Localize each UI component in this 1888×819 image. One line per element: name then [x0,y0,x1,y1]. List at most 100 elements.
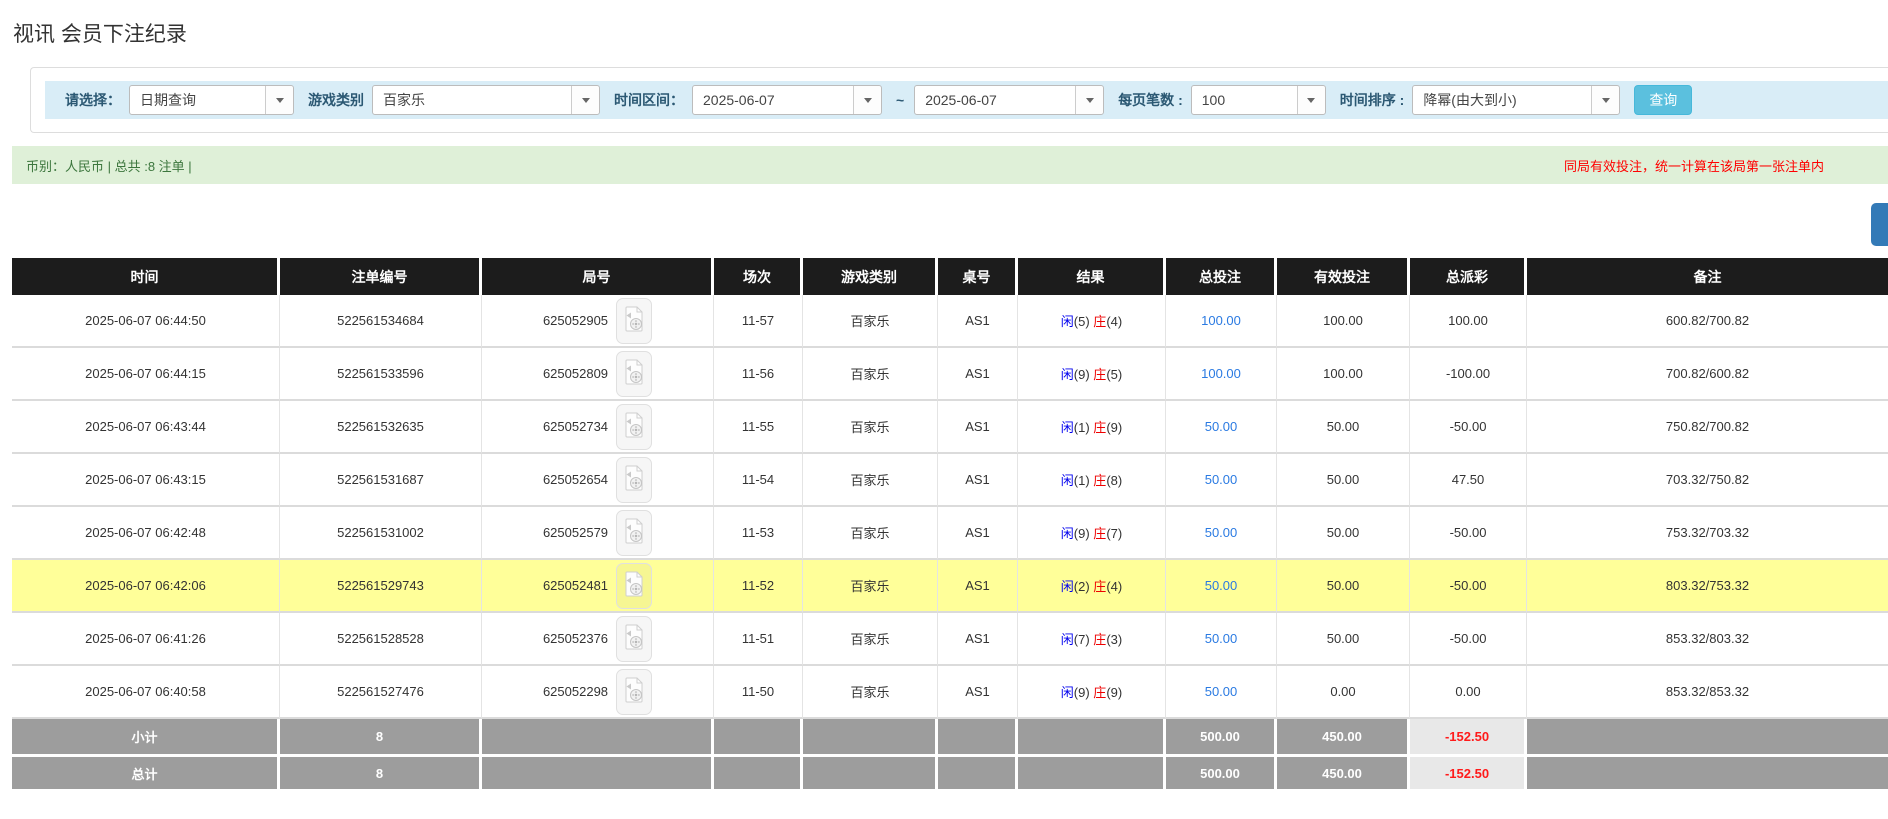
round-number: 625052654 [543,472,608,487]
total-bet-link[interactable]: 50.00 [1205,472,1238,487]
player-result-label: 闲 [1061,367,1074,382]
chevron-down-icon[interactable] [1297,86,1325,114]
chevron-down-icon[interactable] [1075,86,1103,114]
player-result-score: (5) [1074,314,1094,329]
summary-label-cell: 小计 [12,719,280,754]
table-row[interactable]: 2025-06-07 06:44:15522561533596625052809… [12,348,1888,401]
round-number: 625052376 [543,631,608,646]
result-cell: 闲(1) 庄(9) [1018,401,1166,454]
round-number-cell: 625052905 [482,295,714,348]
table-number-cell: AS1 [938,454,1018,507]
date-to-select[interactable]: 2025-06-07 [914,85,1104,115]
column-header: 场次 [714,258,803,295]
table-row[interactable]: 2025-06-07 06:43:15522561531687625052654… [12,454,1888,507]
date-from-value: 2025-06-07 [693,86,853,114]
total-bet-link[interactable]: 50.00 [1205,525,1238,540]
summary-count-cell: 8 [280,719,482,754]
video-replay-button[interactable] [616,510,652,556]
banker-result-score: (9) [1106,420,1122,435]
page-size-value: 100 [1192,86,1297,114]
video-replay-button[interactable] [616,669,652,715]
banker-result-score: (4) [1106,579,1122,594]
chevron-down-icon[interactable] [1591,86,1619,114]
payout-cell: -50.00 [1410,560,1527,613]
video-replay-button[interactable] [616,404,652,450]
player-result-score: (9) [1074,685,1094,700]
round-number: 625052298 [543,684,608,699]
time-sort-select[interactable]: 降幂(由大到小) [1412,85,1620,115]
edge-action-button[interactable] [1871,203,1888,246]
session-cell: 11-50 [714,666,803,719]
payout-cell: -50.00 [1410,401,1527,454]
total-bet-link[interactable]: 50.00 [1205,684,1238,699]
summary-empty-cell [1018,719,1166,754]
game-type-cell: 百家乐 [803,613,938,666]
table-row[interactable]: 2025-06-07 06:42:06522561529743625052481… [12,560,1888,613]
table-row[interactable]: 2025-06-07 06:40:58522561527476625052298… [12,666,1888,719]
table-row[interactable]: 2025-06-07 06:44:50522561534684625052905… [12,295,1888,348]
summary-payout-cell: -152.50 [1410,719,1527,754]
total-bet-link[interactable]: 100.00 [1201,366,1241,381]
game-category-select[interactable]: 百家乐 [372,85,600,115]
player-result-label: 闲 [1061,632,1074,647]
remark-cell: 753.32/703.32 [1527,507,1888,560]
video-replay-icon [624,677,644,706]
grand-total-row: 总计8500.00450.00-152.50 [12,754,1888,789]
player-result-label: 闲 [1061,526,1074,541]
banker-result-score: (3) [1106,632,1122,647]
banker-result-score: (9) [1106,685,1122,700]
bet-number-cell: 522561531687 [280,454,482,507]
total-bet-link[interactable]: 50.00 [1205,578,1238,593]
game-type-cell: 百家乐 [803,560,938,613]
payout-cell: 100.00 [1410,295,1527,348]
table-row[interactable]: 2025-06-07 06:42:48522561531002625052579… [12,507,1888,560]
video-replay-button[interactable] [616,616,652,662]
video-replay-icon [624,412,644,441]
payout-cell: -100.00 [1410,348,1527,401]
query-button[interactable]: 查询 [1634,85,1692,115]
total-bet-link[interactable]: 50.00 [1205,631,1238,646]
table-header-row: 时间注单编号局号场次游戏类别桌号结果总投注有效投注总派彩备注 [12,258,1888,295]
time-cell: 2025-06-07 06:41:26 [12,613,280,666]
video-replay-button[interactable] [616,457,652,503]
column-header: 游戏类别 [803,258,938,295]
table-number-cell: AS1 [938,348,1018,401]
bet-number-cell: 522561528528 [280,613,482,666]
page-size-select[interactable]: 100 [1191,85,1326,115]
bet-number-cell: 522561534684 [280,295,482,348]
video-replay-button[interactable] [616,563,652,609]
player-result-score: (2) [1074,579,1094,594]
table-row[interactable]: 2025-06-07 06:43:44522561532635625052734… [12,401,1888,454]
column-header: 结果 [1018,258,1166,295]
records-table-body: 2025-06-07 06:44:50522561534684625052905… [12,295,1888,789]
time-cell: 2025-06-07 06:42:06 [12,560,280,613]
payout-cell: -50.00 [1410,507,1527,560]
column-header: 有效投注 [1277,258,1410,295]
total-bet-link[interactable]: 100.00 [1201,313,1241,328]
chevron-down-icon[interactable] [571,86,599,114]
video-replay-button[interactable] [616,298,652,344]
column-header: 局号 [482,258,714,295]
total-bet-cell: 50.00 [1166,613,1277,666]
chevron-down-icon[interactable] [853,86,881,114]
date-from-select[interactable]: 2025-06-07 [692,85,882,115]
remark-cell: 600.82/700.82 [1527,295,1888,348]
total-bet-link[interactable]: 50.00 [1205,419,1238,434]
game-category-label: 游戏类别 [308,90,364,110]
range-tilde: ~ [896,92,904,108]
payout-cell: 0.00 [1410,666,1527,719]
valid-bet-cell: 50.00 [1277,560,1410,613]
chevron-down-icon[interactable] [265,86,293,114]
query-type-select[interactable]: 日期查询 [129,85,294,115]
table-number-cell: AS1 [938,666,1018,719]
player-result-label: 闲 [1061,579,1074,594]
summary-notice-bar: 币别：人民币 | 总共 :8 注单 | 同局有效投注，统一计算在该局第一张注单内 [12,146,1888,184]
banker-result-score: (5) [1106,367,1122,382]
column-header: 时间 [12,258,280,295]
time-cell: 2025-06-07 06:42:48 [12,507,280,560]
table-row[interactable]: 2025-06-07 06:41:26522561528528 625052376… [12,613,1888,666]
page-title: 视讯 会员下注纪录 [13,18,187,48]
video-replay-button[interactable] [616,351,652,397]
video-replay-icon [624,306,644,335]
total-bet-cell: 100.00 [1166,295,1277,348]
